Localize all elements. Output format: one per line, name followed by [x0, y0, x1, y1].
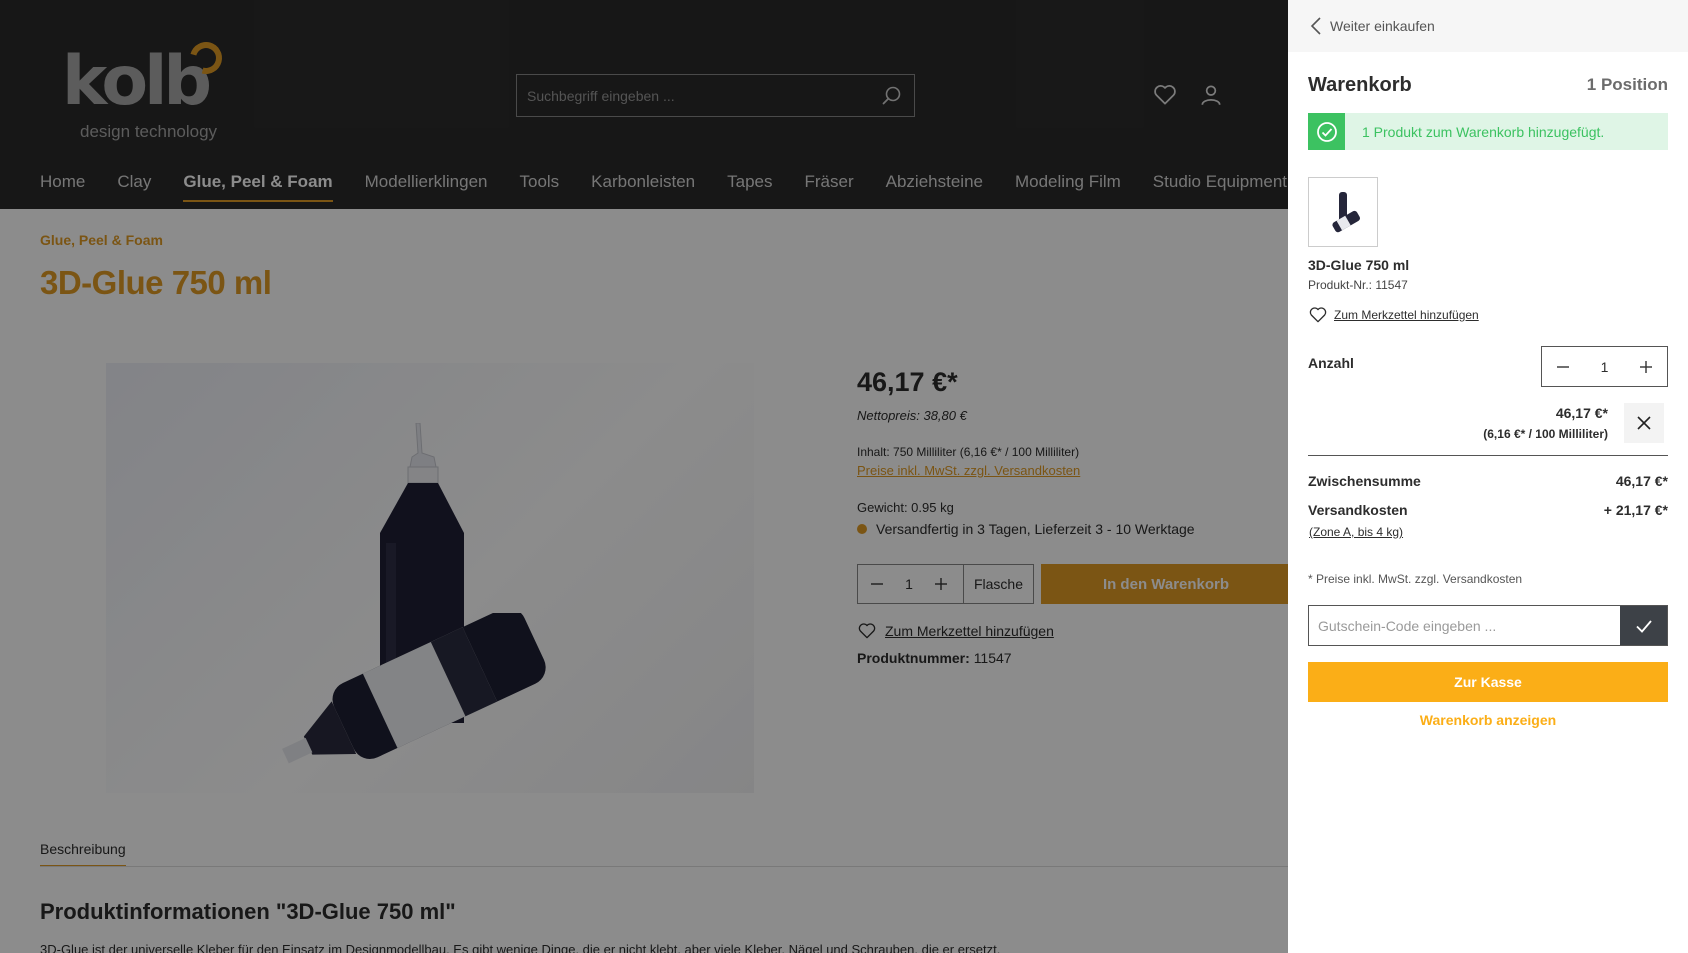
checkout-button[interactable]: Zur Kasse [1308, 662, 1668, 702]
offcanvas-cart: Weiter einkaufen Warenkorb 1 Position 1 … [1288, 0, 1688, 953]
cart-quantity-stepper: 1 [1541, 346, 1668, 387]
minus-icon[interactable] [1542, 347, 1584, 386]
success-alert: 1 Produkt zum Warenkorb hinzugefügt. [1308, 113, 1668, 150]
cart-item-name[interactable]: 3D-Glue 750 ml [1308, 257, 1409, 273]
subtotal-row: Zwischensumme 46,17 €* [1308, 473, 1668, 489]
shipping-value: + 21,17 €* [1603, 502, 1668, 518]
heart-icon [1309, 307, 1327, 323]
plus-icon[interactable] [1625, 347, 1667, 386]
cart-quantity-value[interactable]: 1 [1584, 359, 1625, 375]
cart-title: Warenkorb [1308, 74, 1412, 96]
cart-divider [1308, 455, 1668, 456]
cart-item-wishlist-link[interactable]: Zum Merkzettel hinzufügen [1308, 305, 1479, 325]
voucher-submit-button[interactable] [1620, 606, 1667, 645]
price-note: * Preise inkl. MwSt. zzgl. Versandkosten [1308, 572, 1523, 586]
cart-item-unit-price: (6,16 €* / 100 Milliliter) [1483, 427, 1608, 441]
continue-shopping-link[interactable]: Weiter einkaufen [1310, 16, 1435, 36]
cart-item-thumbnail[interactable] [1308, 177, 1378, 247]
quantity-label: Anzahl [1308, 355, 1354, 371]
cart-position-count: 1 Position [1586, 75, 1668, 94]
cart-wishlist-label: Zum Merkzettel hinzufügen [1334, 308, 1479, 322]
shipping-label: Versandkosten [1308, 502, 1408, 518]
backdrop-overlay[interactable] [0, 0, 1288, 953]
cart-top-bar: Weiter einkaufen [1288, 0, 1688, 52]
continue-shopping-label: Weiter einkaufen [1330, 18, 1435, 34]
cart-item-price: 46,17 €* [1555, 405, 1608, 421]
subtotal-label: Zwischensumme [1308, 473, 1421, 489]
check-circle-icon [1308, 113, 1345, 150]
alert-text: 1 Produkt zum Warenkorb hinzugefügt. [1362, 123, 1605, 140]
chevron-left-icon [1310, 17, 1321, 35]
subtotal-value: 46,17 €* [1615, 473, 1668, 489]
close-icon [1637, 416, 1651, 430]
cart-item-number: Produkt-Nr.: 11547 [1308, 278, 1408, 292]
shipping-zone-link[interactable]: (Zone A, bis 4 kg) [1309, 525, 1403, 539]
shipping-row: Versandkosten + 21,17 €* [1308, 502, 1668, 518]
show-cart-link[interactable]: Warenkorb anzeigen [1308, 712, 1668, 728]
voucher-input[interactable] [1309, 606, 1620, 645]
checkmark-icon [1635, 619, 1652, 633]
remove-item-button[interactable] [1624, 403, 1664, 443]
voucher-form [1308, 605, 1668, 646]
